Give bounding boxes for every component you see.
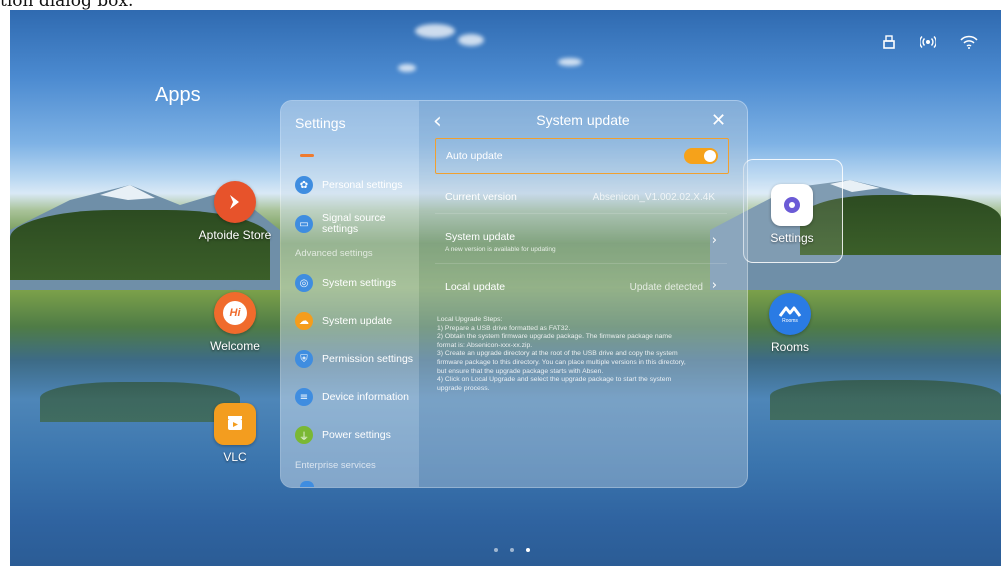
chevron-right-icon: › <box>711 233 717 248</box>
cloud-decoration <box>458 34 484 46</box>
menu-item-label: Device information <box>322 390 409 403</box>
tree-line <box>770 380 1001 420</box>
rooms-badge: Rooms <box>782 318 798 324</box>
caption-fragment: tion dialog box. <box>0 0 134 10</box>
rooms-icon: Rooms <box>769 293 811 335</box>
step-line: upgrade process. <box>437 384 490 392</box>
menu-item-system-settings[interactable]: ◎ System settings <box>295 271 419 295</box>
menu-item-label: Signal source settings <box>322 212 386 235</box>
page-dot[interactable] <box>510 548 514 552</box>
section-advanced-settings: Advanced settings <box>295 248 373 259</box>
permission-shield-icon: ⛨ <box>295 350 313 368</box>
step-line: 4) Click on Local Upgrade and select the… <box>437 376 672 384</box>
system-update-pane: ‹ System update ✕ Auto update Current ve… <box>419 101 747 487</box>
step-line: format is: Absenicon-xxx-xx.zip. <box>437 341 533 349</box>
app-settings[interactable]: Settings <box>747 184 837 245</box>
menu-item-label: System settings <box>322 276 397 289</box>
menu-item-label: Power settings <box>322 428 391 441</box>
menu-item-label: Personal settings <box>322 178 403 191</box>
app-vlc[interactable]: VLC <box>190 403 280 464</box>
menu-item-personal-settings[interactable]: ✿ Personal settings <box>295 173 419 197</box>
step-line: 2) Obtain the system firmware upgrade pa… <box>437 333 672 341</box>
usb-icon <box>883 35 895 53</box>
home-screen: Apps Aptoide Store Hi Welcome VLC Settin… <box>10 10 1001 566</box>
app-label: Rooms <box>770 340 809 354</box>
apps-title: Apps <box>155 84 201 106</box>
personal-settings-icon: ✿ <box>295 176 313 194</box>
chevron-right-icon: › <box>711 278 717 293</box>
cloud-decoration <box>558 58 582 66</box>
step-line: 1) Prepare a USB drive formatted as FAT3… <box>437 324 571 332</box>
signal-source-icon: ▭ <box>295 215 313 233</box>
welcome-icon: Hi <box>214 292 256 334</box>
section-enterprise-services: Enterprise services <box>295 460 376 471</box>
page-dot-active[interactable] <box>526 548 530 552</box>
app-label: Welcome <box>210 339 260 353</box>
cloud-decoration <box>415 24 455 38</box>
menu-item-permission-settings[interactable]: ⛨ Permission settings <box>295 347 419 371</box>
current-version-row: Current version Absenicon_V1.002.02.X.4K <box>435 183 727 214</box>
local-update-row[interactable]: Local update Update detected › <box>435 273 727 303</box>
cloud-decoration <box>398 64 416 72</box>
local-upgrade-steps: Local Upgrade Steps: 1) Prepare a USB dr… <box>437 316 735 393</box>
close-button[interactable]: ✕ <box>711 110 726 131</box>
system-settings-icon: ◎ <box>295 274 313 292</box>
scroll-indicator <box>300 154 314 157</box>
settings-title: Settings <box>295 115 346 131</box>
app-rooms[interactable]: Rooms Rooms <box>745 293 835 354</box>
local-update-label: Local update <box>445 281 506 293</box>
system-update-title: System update <box>536 112 630 128</box>
menu-item-power-settings[interactable]: ⏚ Power settings <box>295 423 419 447</box>
settings-sidebar: Settings ✿ Personal settings ▭ Signal so… <box>281 101 419 487</box>
menu-item-signal-source-settings[interactable]: ▭ Signal source settings <box>295 210 419 238</box>
auto-update-row[interactable]: Auto update <box>435 138 729 174</box>
step-line: firmware package to this directory. You … <box>437 358 686 366</box>
app-aptoide-store[interactable]: Aptoide Store <box>190 181 280 242</box>
system-update-row[interactable]: System update A new version is available… <box>435 223 727 264</box>
hotspot-icon <box>919 35 937 53</box>
aptoide-icon <box>214 181 256 223</box>
system-update-subtitle: A new version is available for updating <box>445 246 556 253</box>
app-welcome[interactable]: Hi Welcome <box>190 292 280 353</box>
vlc-icon <box>214 403 256 445</box>
menu-item-system-update[interactable]: ☁ System update <box>295 309 419 333</box>
local-update-status: Update detected <box>629 282 703 293</box>
auto-update-label: Auto update <box>446 150 503 162</box>
wifi-icon <box>960 35 978 53</box>
caption-strip: tion dialog box. <box>0 0 1003 10</box>
app-label: VLC <box>223 450 247 464</box>
device-info-icon: ≡ <box>295 388 313 406</box>
step-line: Local Upgrade Steps: <box>437 316 503 323</box>
gear-icon <box>771 184 813 226</box>
system-update-label: System update <box>445 231 516 243</box>
current-version-label: Current version <box>445 191 517 203</box>
current-version-value: Absenicon_V1.002.02.X.4K <box>592 192 715 203</box>
system-update-icon: ☁ <box>295 312 313 330</box>
app-label: Settings <box>770 231 814 245</box>
page-dot[interactable] <box>494 548 498 552</box>
welcome-glyph: Hi <box>223 301 247 325</box>
app-label: Aptoide Store <box>198 228 272 242</box>
auto-update-toggle[interactable] <box>684 148 718 164</box>
partial-menu-icon <box>300 481 314 487</box>
step-line: 3) Create an upgrade directory at the ro… <box>437 350 678 358</box>
menu-item-label: System update <box>322 314 393 327</box>
step-line: but ensure that the upgrade package star… <box>437 367 604 375</box>
settings-dialog: Settings ✿ Personal settings ▭ Signal so… <box>280 100 748 488</box>
menu-item-label: Permission settings <box>322 352 414 365</box>
menu-item-device-information[interactable]: ≡ Device information <box>295 385 419 409</box>
power-plug-icon: ⏚ <box>295 426 313 444</box>
